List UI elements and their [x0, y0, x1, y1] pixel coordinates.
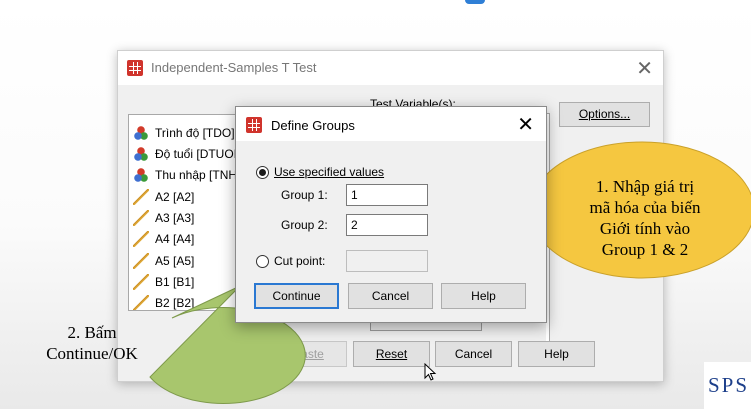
- callout-line: Giới tính vào: [599, 219, 691, 238]
- define-groups-dialog: Define Groups ✕ Use specified values Gro…: [235, 106, 547, 323]
- cut-point-radio[interactable]: [256, 255, 269, 268]
- close-icon[interactable]: ✕: [517, 112, 534, 137]
- callout-line: Group 1 & 2: [601, 240, 689, 259]
- callout-line: mã hóa của biến: [589, 198, 701, 217]
- right-callout-text: 1. Nhập giá trị mã hóa của biến Giới tín…: [560, 176, 730, 260]
- spss-table-icon: [246, 117, 262, 133]
- use-specified-values-radio[interactable]: [256, 166, 269, 179]
- callout-line: Continue/OK: [46, 344, 138, 363]
- group1-label: Group 1:: [281, 188, 328, 202]
- group1-input[interactable]: [346, 184, 428, 206]
- mouse-cursor-icon: [424, 363, 437, 381]
- group2-input[interactable]: [346, 214, 428, 236]
- use-specified-values-label: Use specified values: [274, 165, 385, 179]
- continue-button[interactable]: Continue: [254, 283, 339, 309]
- callout-line: 1. Nhập giá trị: [595, 177, 695, 196]
- group2-label: Group 2:: [281, 218, 328, 232]
- define-groups-title-bar: Define Groups ✕: [236, 107, 546, 141]
- cut-point-label: Cut point:: [274, 254, 326, 268]
- cut-point-input[interactable]: [346, 250, 428, 272]
- sps-logo-text: SPS: [708, 373, 750, 397]
- callout-line: 2. Bấm: [67, 323, 117, 342]
- define-groups-title: Define Groups: [271, 118, 355, 133]
- define-groups-help-button[interactable]: Help: [441, 283, 526, 309]
- left-callout-text: 2. Bấm Continue/OK: [22, 322, 162, 364]
- define-groups-cancel-button[interactable]: Cancel: [348, 283, 433, 309]
